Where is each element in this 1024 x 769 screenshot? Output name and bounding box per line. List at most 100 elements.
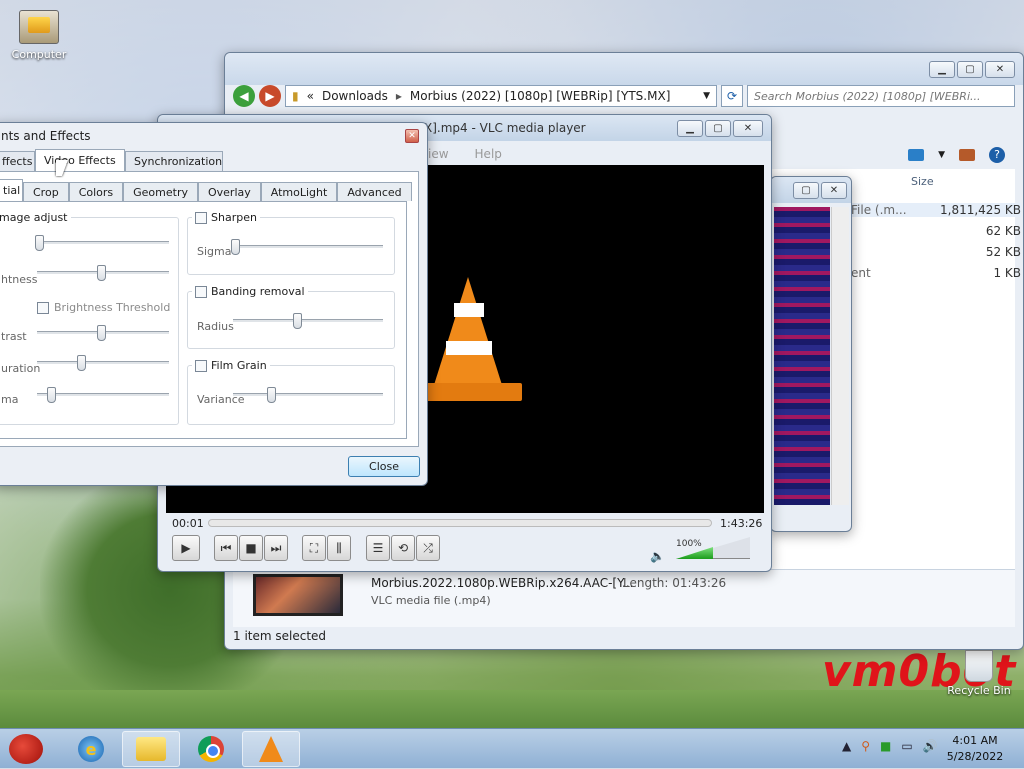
taskbar: e ▲ ⚲ ■ ▭ 🔊 4:01 AM 5/28/2022 [0, 728, 1024, 768]
subtab-colors[interactable]: Colors [68, 182, 124, 201]
close-button[interactable]: Close [348, 456, 420, 477]
show-hidden-icons-icon[interactable]: ▲ [842, 739, 851, 753]
taskbar-chrome[interactable] [182, 731, 240, 767]
stop-icon: ■ [245, 541, 257, 555]
breadcrumb-overflow[interactable]: « [307, 89, 314, 103]
close-icon[interactable]: ✕ [405, 129, 419, 143]
variance-slider-thumb[interactable] [267, 387, 276, 403]
details-file-type: VLC media file (.mp4) [371, 594, 491, 607]
desktop-icon-computer[interactable]: Computer [4, 10, 74, 61]
radius-slider[interactable] [233, 319, 383, 323]
variance-slider[interactable] [233, 393, 383, 397]
stop-button[interactable]: ■ [239, 535, 263, 561]
address-bar[interactable]: ▮ « Downloads ▸ Morbius (2022) [1080p] [… [285, 85, 717, 107]
play-button[interactable]: ▶ [172, 535, 200, 561]
video-thumbnail [253, 574, 343, 616]
checkbox-icon [195, 285, 207, 298]
back-button[interactable]: ◀ [233, 85, 255, 107]
sigma-slider[interactable] [233, 245, 383, 249]
loop-button[interactable]: ⟲ [391, 535, 415, 561]
volume-icon[interactable]: 🔊 [923, 739, 938, 753]
maximize-button[interactable]: ▢ [957, 60, 983, 78]
adjustments-effects-dialog: nts and Effects ✕ ffects Video Effects S… [0, 122, 428, 486]
speaker-icon[interactable]: 🔈 [650, 549, 665, 563]
maximize-button[interactable]: ▢ [705, 119, 731, 137]
breadcrumb-downloads[interactable]: Downloads [322, 89, 388, 103]
menu-help[interactable]: Help [475, 147, 502, 161]
view-options-icon[interactable] [908, 149, 925, 161]
saturation-slider[interactable] [37, 361, 169, 365]
subtab-geometry[interactable]: Geometry [123, 182, 198, 201]
sigma-slider-thumb[interactable] [231, 239, 240, 255]
hue-slider[interactable] [37, 241, 169, 245]
film-grain-checkbox[interactable]: Film Grain [192, 359, 270, 372]
equalizer-icon: ⫼ [336, 540, 342, 555]
total-time: 1:43:26 [720, 517, 763, 530]
seek-bar[interactable] [208, 519, 712, 527]
file-row[interactable]: 62 KB [851, 224, 1021, 238]
brightness-slider-thumb[interactable] [97, 265, 106, 281]
column-header-size[interactable]: Size [911, 175, 934, 188]
saturation-label: uration [1, 362, 41, 375]
previous-button[interactable]: ⏮ [214, 535, 238, 561]
help-icon[interactable]: ? [989, 147, 1005, 163]
breadcrumb-separator[interactable]: ▸ [396, 89, 402, 103]
file-row[interactable]: File (.m... 1,811,425 KB [851, 203, 1021, 217]
extended-settings-button[interactable]: ⫼ [327, 535, 351, 561]
play-icon: ▶ [181, 541, 191, 555]
tab-synchronization[interactable]: Synchronization [125, 151, 223, 171]
forward-button[interactable]: ▶ [259, 85, 281, 107]
radius-slider-thumb[interactable] [293, 313, 302, 329]
minimize-button[interactable]: ▁ [929, 60, 955, 78]
playlist-button[interactable]: ☰ [366, 535, 390, 561]
subtab-advanced[interactable]: Advanced [337, 182, 412, 201]
gamma-slider-thumb[interactable] [47, 387, 56, 403]
taskbar-explorer[interactable] [122, 731, 180, 767]
saturation-slider-thumb[interactable] [77, 355, 86, 371]
network-icon[interactable]: ■ [880, 739, 891, 753]
subtab-crop[interactable]: Crop [23, 182, 69, 201]
taskbar-vlc[interactable] [242, 731, 300, 767]
breadcrumb-current-folder[interactable]: Morbius (2022) [1080p] [WEBRip] [YTS.MX] [410, 89, 670, 103]
preview-pane-icon[interactable] [959, 149, 975, 161]
start-button[interactable] [4, 729, 48, 769]
tab-audio-effects[interactable]: ffects [0, 151, 35, 171]
banding-removal-checkbox[interactable]: Banding removal [192, 285, 308, 298]
desktop-icon-recycle-bin[interactable]: Recycle Bin [944, 650, 1014, 697]
next-button[interactable]: ⏭ [264, 535, 288, 561]
chevron-down-icon[interactable]: ▼ [703, 91, 710, 101]
taskbar-internet-explorer[interactable]: e [62, 731, 120, 767]
image-adjust-title: mage adjust [0, 211, 71, 224]
subtab-atmolight[interactable]: AtmoLight [260, 182, 338, 201]
vlc-icon [259, 736, 283, 762]
hue-slider-thumb[interactable] [35, 235, 44, 251]
display-icon[interactable]: ▭ [901, 739, 912, 753]
menu-view[interactable]: iew [428, 147, 449, 161]
clock[interactable]: 4:01 AM 5/28/2022 [940, 733, 1010, 765]
fullscreen-button[interactable]: ⛶ [302, 535, 326, 561]
close-button[interactable]: ✕ [985, 60, 1015, 78]
contrast-slider-thumb[interactable] [97, 325, 106, 341]
subtab-overlay[interactable]: Overlay [198, 182, 261, 201]
main-tabs: ffects Video Effects Synchronization [0, 149, 223, 171]
desktop-icon-label: Computer [11, 48, 67, 61]
gamma-slider[interactable] [37, 393, 169, 397]
sharpen-checkbox[interactable]: Sharpen [192, 211, 260, 224]
brightness-threshold-checkbox[interactable]: Brightness Threshold [37, 301, 170, 314]
minimize-button[interactable]: ▁ [677, 119, 703, 137]
file-row[interactable]: ent 1 KB [851, 266, 1021, 280]
background-window-titlebar: ▢ ✕ [771, 177, 851, 203]
close-button[interactable]: ✕ [821, 181, 847, 199]
tab-video-effects[interactable]: Video Effects [35, 149, 125, 171]
search-icon[interactable]: ⚲ [861, 739, 870, 753]
file-row[interactable]: 52 KB [851, 245, 1021, 259]
scrollbar[interactable] [831, 207, 849, 505]
refresh-button[interactable]: ⟳ [721, 85, 743, 107]
banding-removal-label: Banding removal [211, 285, 305, 298]
shuffle-button[interactable]: ⤮ [416, 535, 440, 561]
close-button[interactable]: ✕ [733, 119, 763, 137]
subtab-essential[interactable]: tial [0, 179, 23, 201]
chevron-down-icon[interactable]: ▼ [938, 150, 945, 160]
maximize-button[interactable]: ▢ [793, 181, 819, 199]
search-input[interactable]: Search Morbius (2022) [1080p] [WEBRi... [747, 85, 1015, 107]
